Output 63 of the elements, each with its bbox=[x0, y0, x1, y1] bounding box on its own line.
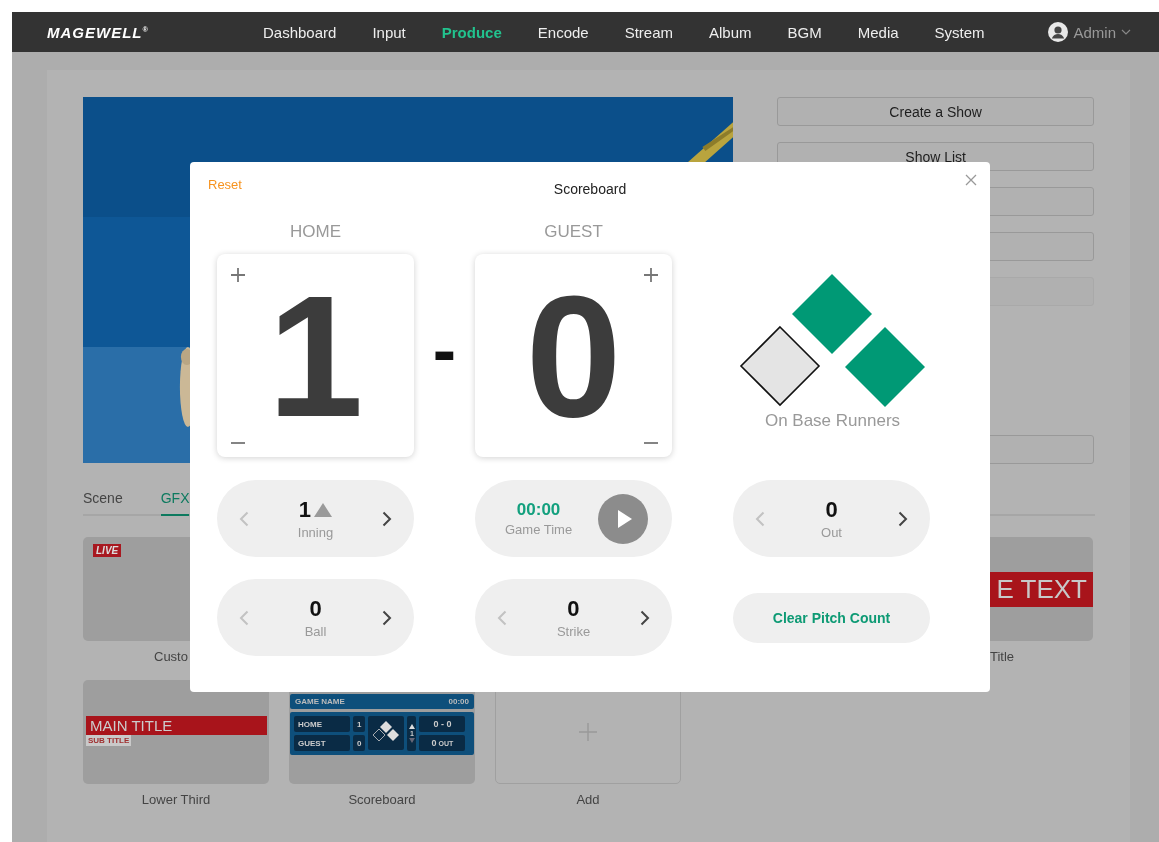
pitch-count: 0 - 0 bbox=[419, 716, 466, 732]
gfx-thumbnail[interactable]: MAIN TITLE SUB TITLE bbox=[83, 680, 269, 784]
play-button[interactable] bbox=[598, 493, 648, 544]
chevron-right-icon[interactable] bbox=[382, 609, 392, 626]
nav-item[interactable]: Media bbox=[857, 23, 899, 41]
caret-icon[interactable] bbox=[1121, 29, 1131, 35]
team-score: 1 bbox=[353, 716, 366, 732]
main-title: MAIN TITLE bbox=[86, 716, 267, 735]
close-icon[interactable] bbox=[965, 174, 977, 186]
team-name: GUEST bbox=[294, 735, 350, 751]
chevron-right-icon[interactable] bbox=[382, 510, 392, 527]
game-time: 00:00 bbox=[448, 697, 469, 706]
user-icon[interactable] bbox=[1048, 22, 1069, 42]
nav-item[interactable]: Produce bbox=[441, 23, 502, 41]
plus-icon[interactable] bbox=[644, 268, 658, 282]
dialog-title: Scoreboard bbox=[552, 181, 628, 197]
score-digit: 0 bbox=[525, 269, 622, 442]
triangle-up-icon[interactable] bbox=[314, 503, 333, 517]
bar-text: E TEXT bbox=[996, 574, 1087, 605]
card-label: Add bbox=[576, 792, 600, 807]
counter-value: 0 bbox=[309, 596, 322, 622]
triangle-up-icon bbox=[408, 724, 415, 729]
live-badge: LIVE bbox=[93, 544, 122, 557]
nav-item[interactable]: Dashboard bbox=[263, 23, 337, 41]
counter-label: Out bbox=[821, 525, 842, 540]
game-name: GAME NAME bbox=[295, 697, 345, 706]
counter-label: Game Time bbox=[505, 522, 573, 537]
base-diamond[interactable] bbox=[739, 325, 820, 407]
user-name[interactable]: Admin bbox=[1073, 23, 1116, 41]
counter-label: Ball bbox=[304, 624, 327, 639]
sub-title: SUB TITLE bbox=[86, 735, 132, 746]
plus-icon[interactable] bbox=[231, 268, 245, 282]
score-digit: 1 bbox=[267, 269, 364, 442]
plus-icon bbox=[579, 723, 597, 741]
score-separator: - bbox=[432, 314, 457, 385]
card-label: Lower Third bbox=[141, 792, 211, 807]
bases-drawing bbox=[368, 716, 405, 750]
nav-item[interactable]: Album bbox=[709, 23, 752, 41]
team-score: 0 bbox=[353, 735, 366, 751]
nav-item[interactable]: System bbox=[934, 23, 985, 41]
card-label: Custo bbox=[153, 649, 188, 664]
team-name: HOME bbox=[290, 222, 341, 242]
team-name: HOME bbox=[294, 716, 350, 732]
counter-value: 0 bbox=[567, 596, 580, 622]
chevron-right-icon[interactable] bbox=[898, 510, 908, 527]
nav-item[interactable]: Input bbox=[372, 23, 406, 41]
logo: MAGEWELL$^{®}$ bbox=[47, 23, 150, 41]
nav-item[interactable]: Encode bbox=[537, 23, 589, 41]
counter-value: 0 bbox=[825, 497, 838, 523]
tab[interactable]: Scene bbox=[83, 486, 123, 516]
triangle-down-icon bbox=[408, 738, 415, 743]
team-name: GUEST bbox=[544, 222, 603, 242]
action-button[interactable]: Create a Show bbox=[777, 97, 1094, 126]
chevron-right-icon[interactable] bbox=[640, 609, 650, 626]
card-label: Title bbox=[989, 649, 1015, 664]
counter-label: Strike bbox=[556, 624, 591, 639]
game-time: 00:00 bbox=[516, 500, 561, 520]
counter-label: Inning bbox=[297, 525, 334, 540]
nav-item[interactable]: BGM bbox=[787, 23, 822, 41]
nav-item[interactable]: Stream bbox=[624, 23, 673, 41]
counter-value: 1 bbox=[298, 497, 312, 523]
bases-label: On Base Runners bbox=[764, 411, 901, 431]
card-label: Scoreboard bbox=[348, 792, 416, 807]
